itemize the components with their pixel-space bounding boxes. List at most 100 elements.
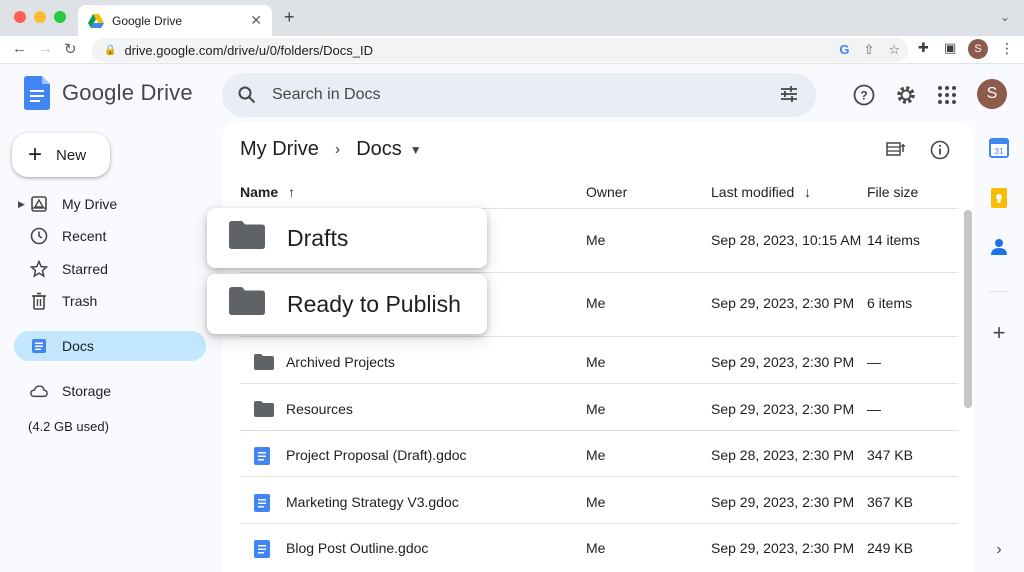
sidebar-item-trash[interactable]: Trash	[14, 286, 206, 316]
row-divider	[240, 523, 958, 524]
info-icon[interactable]	[930, 140, 950, 165]
trash-icon	[30, 292, 48, 310]
apps-grid-icon[interactable]	[934, 82, 960, 108]
new-tab-button[interactable]: +	[284, 7, 295, 28]
scrollbar[interactable]	[964, 210, 972, 408]
sidebar-item-recent[interactable]: Recent	[14, 221, 206, 251]
forward-arrow-icon[interactable]: →	[38, 40, 53, 57]
reload-icon[interactable]: ↻	[64, 40, 77, 58]
browser-profile-avatar[interactable]: S	[968, 39, 988, 59]
window-controls	[14, 11, 66, 23]
sidebar-item-label: Recent	[62, 228, 107, 244]
bookmark-star-icon[interactable]: ☆	[888, 42, 900, 58]
url-text: drive.google.com/drive/u/0/folders/Docs_…	[124, 42, 374, 58]
plus-icon: +	[28, 141, 43, 168]
browser-toolbar: ← → ↻ 🔒 drive.google.com/drive/u/0/folde…	[0, 36, 1024, 64]
address-bar[interactable]: 🔒 drive.google.com/drive/u/0/folders/Doc…	[92, 38, 908, 62]
search-icon	[238, 86, 256, 104]
sidebar-item-my-drive[interactable]: My Drive	[14, 189, 206, 219]
search-options-icon[interactable]	[780, 85, 798, 103]
size-cell: 347 KB	[867, 447, 913, 463]
size-cell: 6 items	[867, 295, 913, 311]
owner-cell: Me	[586, 354, 606, 370]
breadcrumb-root[interactable]: My Drive	[240, 138, 319, 161]
add-addon-plus-icon[interactable]: +	[988, 320, 1010, 345]
owner-cell: Me	[586, 232, 606, 248]
sort-down-arrow-icon[interactable]: ↓	[804, 184, 811, 200]
storage-used-text: (4.2 GB used)	[28, 419, 109, 434]
google-translate-icon[interactable]: G	[839, 42, 849, 58]
modified-cell: Sep 29, 2023, 2:30 PM	[711, 540, 855, 556]
owner-cell: Me	[586, 494, 606, 510]
caret-down-icon[interactable]: ▼	[410, 143, 422, 157]
file-name: Drafts	[287, 224, 349, 251]
help-icon[interactable]: ?	[851, 82, 877, 108]
chevron-right-icon: ›	[334, 140, 341, 158]
maximize-window-button[interactable]	[54, 11, 66, 23]
breadcrumb: My Drive › Docs ▼	[240, 138, 422, 161]
size-cell: —	[867, 354, 881, 370]
close-window-button[interactable]	[14, 11, 26, 23]
sidebar-item-label: Storage	[62, 383, 112, 399]
folder-icon	[229, 287, 265, 321]
search-input[interactable]: Search in Docs	[272, 86, 381, 104]
size-cell: 367 KB	[867, 494, 913, 510]
file-name: Ready to Publish	[287, 290, 461, 317]
row-divider	[240, 336, 958, 337]
drive-logo[interactable]: Google Drive	[24, 76, 193, 110]
minimize-window-button[interactable]	[34, 11, 46, 23]
sidebar-item-starred[interactable]: Starred	[14, 254, 206, 284]
layout-toggle-icon[interactable]	[886, 140, 906, 163]
size-cell: 14 items	[867, 232, 920, 248]
calendar-icon[interactable]: 31	[988, 137, 1010, 159]
size-cell: —	[867, 401, 881, 417]
owner-cell: Me	[586, 401, 606, 417]
highlighted-folder-card[interactable]: Ready to Publish	[207, 274, 487, 334]
sidebar-item-label: Trash	[62, 293, 98, 309]
tab-search-chevron-icon[interactable]: ⌄	[1000, 10, 1010, 24]
cloud-icon	[30, 382, 48, 400]
contacts-icon[interactable]	[988, 236, 1010, 258]
search-bar[interactable]: Search in Docs	[222, 73, 816, 117]
settings-gear-icon[interactable]	[893, 82, 919, 108]
column-header-name[interactable]: Name ↑	[240, 184, 295, 200]
row-divider	[240, 272, 958, 273]
browser-tab-strip: Google Drive ✕ + ⌄	[0, 0, 1024, 36]
side-panel-icon[interactable]: ▣	[944, 40, 956, 56]
size-cell: 249 KB	[867, 540, 913, 556]
sidebar-item-storage[interactable]: Storage	[14, 376, 206, 406]
svg-text:?: ?	[860, 89, 867, 103]
tab-close-icon[interactable]: ✕	[250, 12, 262, 29]
keep-icon[interactable]	[988, 187, 1010, 209]
column-header-file-size[interactable]: File size	[867, 184, 918, 200]
modified-cell: Sep 29, 2023, 2:30 PM	[711, 401, 855, 417]
logo-text: Google Drive	[62, 80, 193, 105]
modified-cell: Sep 29, 2023, 2:30 PM	[711, 494, 855, 510]
sort-up-arrow-icon[interactable]: ↑	[288, 184, 295, 200]
browser-tab[interactable]: Google Drive ✕	[78, 5, 272, 36]
modified-cell: Sep 28, 2023, 10:15 AM	[711, 232, 862, 248]
google-doc-icon	[254, 540, 270, 561]
file-list-panel: My Drive › Docs ▼ Name ↑ Owner Last modi…	[222, 122, 974, 572]
new-button-label: New	[56, 146, 87, 164]
breadcrumb-current[interactable]: Docs	[356, 138, 402, 161]
row-divider	[240, 430, 958, 431]
svg-text:31: 31	[995, 147, 1004, 156]
modified-cell: Sep 29, 2023, 2:30 PM	[711, 295, 855, 311]
browser-menu-icon[interactable]: ⋮	[1000, 40, 1014, 57]
back-arrow-icon[interactable]: ←	[12, 40, 27, 57]
column-header-owner[interactable]: Owner	[586, 184, 627, 200]
row-divider	[240, 476, 958, 477]
highlighted-folder-card[interactable]: Drafts	[207, 208, 487, 268]
share-icon[interactable]: ⇧	[863, 42, 874, 58]
modified-cell: Sep 28, 2023, 2:30 PM	[711, 447, 855, 463]
account-avatar[interactable]: S	[977, 79, 1007, 109]
extensions-puzzle-icon[interactable]: ✚	[918, 40, 929, 56]
sidebar-item-docs[interactable]: Docs	[14, 331, 206, 361]
show-panel-chevron-icon[interactable]: ›	[988, 539, 1010, 561]
file-name: Resources	[286, 401, 353, 417]
column-header-last-modified[interactable]: Last modified ↓	[711, 184, 811, 200]
docs-logo-icon	[24, 76, 50, 110]
new-button[interactable]: + New	[12, 133, 110, 177]
file-name: Blog Post Outline.gdoc	[286, 540, 429, 556]
